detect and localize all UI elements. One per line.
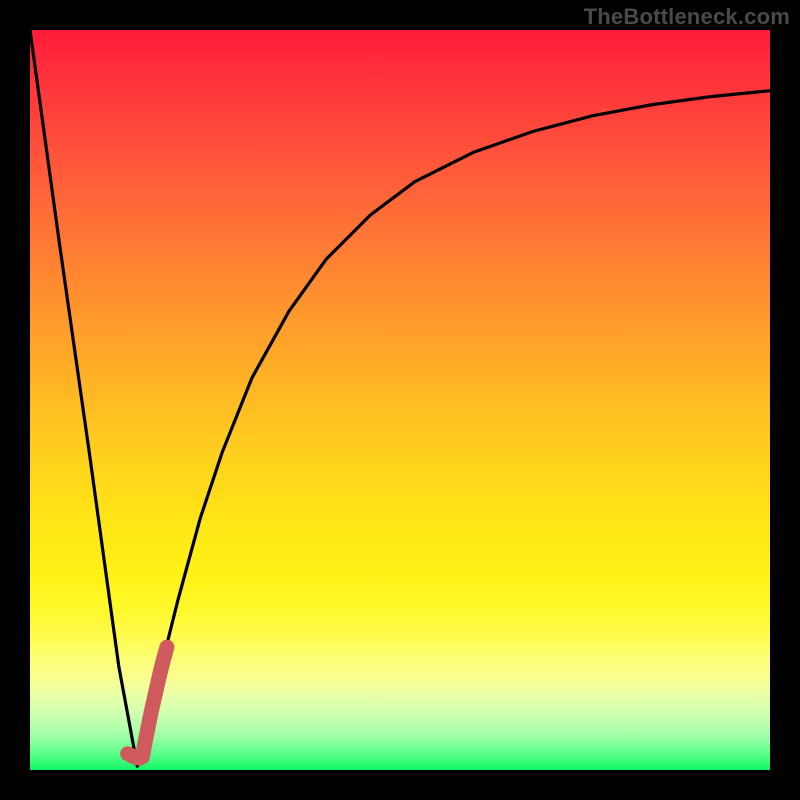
plot-area: [30, 30, 770, 770]
bottleneck-curve: [30, 30, 770, 766]
chart-frame: TheBottleneck.com: [0, 0, 800, 800]
watermark-text: TheBottleneck.com: [584, 4, 790, 30]
curve-layer: [30, 30, 770, 770]
